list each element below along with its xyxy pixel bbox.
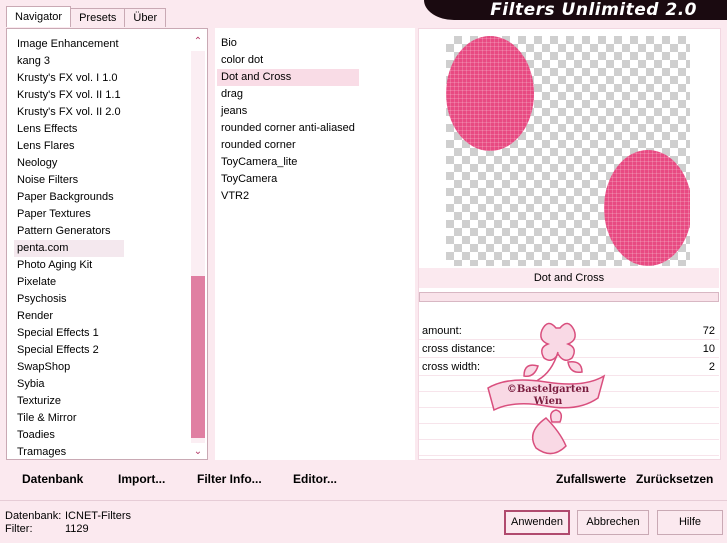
preview-oval-bottom	[604, 150, 690, 266]
tab-about[interactable]: Über	[124, 8, 167, 27]
cancel-button[interactable]: Abbrechen	[577, 510, 649, 535]
tab-bar: Navigator Presets Über	[6, 6, 167, 28]
filter-count-value: 1129	[65, 523, 89, 535]
category-item[interactable]: kang 3	[14, 53, 124, 70]
reset-button[interactable]: Zurücksetzen	[636, 472, 713, 486]
category-scrollbar[interactable]: ⌃ ⌄	[191, 35, 205, 459]
filter-item[interactable]: VTR2	[217, 188, 359, 205]
apply-button[interactable]: Anwenden	[504, 510, 570, 535]
filter-name-label: Dot and Cross	[419, 268, 719, 288]
param-label: amount:	[422, 325, 462, 337]
category-item[interactable]: Sybia	[14, 376, 124, 393]
category-item[interactable]: penta.com	[14, 240, 124, 257]
category-panel: Image Enhancement kang 3 Krusty's FX vol. …	[6, 28, 208, 460]
category-item[interactable]: Noise Filters	[14, 172, 124, 189]
category-item[interactable]: Neology	[14, 155, 124, 172]
param-value: 2	[708, 361, 715, 373]
left-action-bar: Datenbank Import... Filter Info... Edito…	[6, 463, 414, 493]
param-label: cross distance:	[422, 343, 496, 355]
category-item[interactable]: Toadies	[14, 427, 124, 444]
category-item[interactable]: Tile & Mirror	[14, 410, 124, 427]
watermark-logo: ©Bastelgarten Wien	[487, 322, 606, 455]
database-label: Datenbank:	[5, 510, 62, 522]
scroll-down-icon[interactable]: ⌄	[191, 445, 205, 459]
editor-button[interactable]: Editor...	[293, 472, 337, 486]
filter-list: Bio color dot Dot and Cross drag jeans rounde…	[217, 35, 359, 205]
tab-navigator[interactable]: Navigator	[6, 6, 72, 27]
filter-item[interactable]: ToyCamera	[217, 171, 359, 188]
category-item[interactable]: Lens Effects	[14, 121, 124, 138]
category-item[interactable]: Pixelate	[14, 274, 124, 291]
filter-item[interactable]: rounded corner	[217, 137, 359, 154]
scroll-up-icon[interactable]: ⌃	[191, 35, 205, 49]
app-title: Filters Unlimited 2.0	[490, 0, 697, 20]
category-item[interactable]: Render	[14, 308, 124, 325]
category-item[interactable]: SwapShop	[14, 359, 124, 376]
param-label: cross width:	[422, 361, 481, 373]
category-item[interactable]: Paper Textures	[14, 206, 124, 223]
filter-count-label: Filter:	[5, 523, 33, 535]
preview-image	[446, 36, 690, 266]
progress-bar	[419, 292, 719, 302]
category-item[interactable]: Texturize	[14, 393, 124, 410]
scrollbar-track[interactable]	[191, 51, 205, 443]
filter-item[interactable]: ToyCamera_lite	[217, 154, 359, 171]
right-action-bar: Zufallswerte Zurücksetzen	[419, 463, 721, 493]
divider	[0, 500, 727, 501]
filter-item[interactable]: color dot	[217, 52, 359, 69]
category-item[interactable]: Krusty's FX vol. I 1.0	[14, 70, 124, 87]
filter-item[interactable]: Dot and Cross	[217, 69, 359, 86]
filter-info-button[interactable]: Filter Info...	[197, 472, 262, 486]
preview-oval-top	[446, 36, 534, 151]
watermark-text-2: Wien	[533, 396, 563, 407]
database-button[interactable]: Datenbank	[22, 472, 83, 486]
category-list: Image Enhancement kang 3 Krusty's FX vol. …	[14, 36, 124, 459]
scrollbar-thumb[interactable]	[191, 276, 205, 438]
database-value: ICNET-Filters	[65, 510, 131, 522]
category-item[interactable]: Psychosis	[14, 291, 124, 308]
category-item[interactable]: Special Effects 1	[14, 325, 124, 342]
randomize-button[interactable]: Zufallswerte	[556, 472, 626, 486]
category-item[interactable]: Special Effects 2	[14, 342, 124, 359]
filter-item[interactable]: drag	[217, 86, 359, 103]
category-item[interactable]: Image Enhancement	[14, 36, 124, 53]
category-item[interactable]: Tramages	[14, 444, 124, 459]
category-item[interactable]: Lens Flares	[14, 138, 124, 155]
param-value: 72	[702, 325, 715, 337]
filter-item[interactable]: Bio	[217, 35, 359, 52]
title-banner: Filters Unlimited 2.0	[424, 0, 727, 20]
filter-item[interactable]: rounded corner anti-aliased	[217, 120, 359, 137]
filter-panel: Bio color dot Dot and Cross drag jeans rounde…	[215, 28, 415, 460]
watermark-text-1: ©Bastelgarten	[507, 384, 590, 395]
category-item[interactable]: Photo Aging Kit	[14, 257, 124, 274]
param-value: 10	[702, 343, 715, 355]
import-button[interactable]: Import...	[118, 472, 165, 486]
category-item[interactable]: Paper Backgrounds	[14, 189, 124, 206]
category-item[interactable]: Pattern Generators	[14, 223, 124, 240]
status-area: Datenbank: ICNET-Filters Filter: 1129	[5, 510, 131, 536]
filter-item[interactable]: jeans	[217, 103, 359, 120]
category-item[interactable]: Krusty's FX vol. II 2.0	[14, 104, 124, 121]
category-item[interactable]: Krusty's FX vol. II 1.1	[14, 87, 124, 104]
tab-presets[interactable]: Presets	[70, 8, 126, 27]
help-button[interactable]: Hilfe	[657, 510, 723, 535]
